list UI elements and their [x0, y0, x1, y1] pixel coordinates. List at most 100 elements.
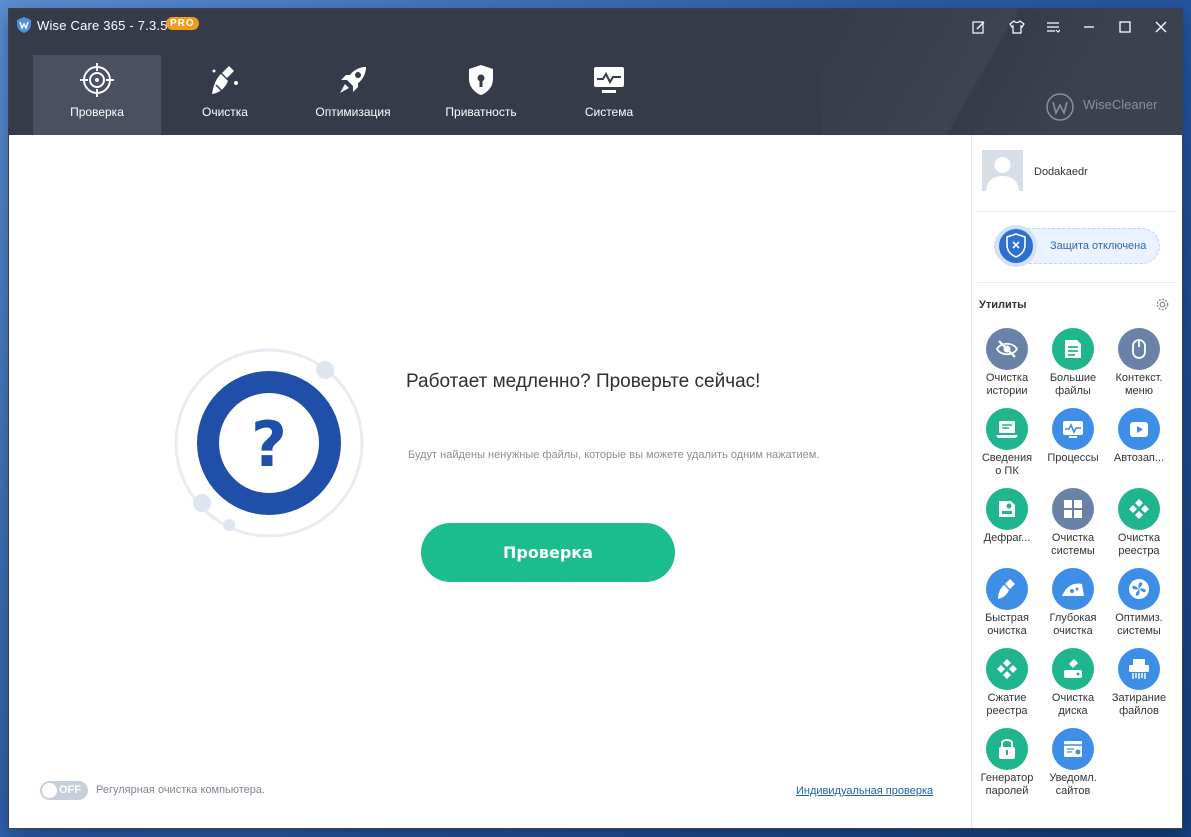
defrag-icon: [999, 501, 1015, 517]
utility-icon-bg: [1118, 648, 1160, 690]
question-mark-icon: ?: [251, 408, 287, 481]
lock-icon: [999, 739, 1015, 759]
shredder-icon: [1129, 659, 1149, 679]
avatar[interactable]: [982, 150, 1023, 191]
play-icon: [1130, 422, 1148, 437]
activity-icon: [1063, 421, 1083, 438]
skin-button[interactable]: [1006, 17, 1028, 37]
header: Wise Care 365 - 7.3.5 PRO Проверка Очист…: [9, 9, 1182, 135]
app-window: Wise Care 365 - 7.3.5 PRO Проверка Очист…: [9, 9, 1182, 828]
utility-site-notifications[interactable]: Уведомл. сайтов: [1040, 728, 1106, 806]
shield-lock-icon: [469, 65, 493, 95]
gear-icon[interactable]: [1155, 297, 1170, 312]
utility-icon-bg: [986, 328, 1028, 370]
broom-icon: [212, 66, 238, 94]
window-title: Wise Care 365 - 7.3.5: [37, 18, 168, 33]
eye-off-icon: [995, 340, 1019, 358]
mouse-icon: [1132, 339, 1146, 359]
utility-label: Генератор паролей: [980, 772, 1034, 797]
utility-label: Автозап...: [1113, 452, 1165, 464]
utilities-title: Утилиты: [979, 299, 1027, 311]
utility-deep-clean[interactable]: Глубокая очистка: [1040, 568, 1106, 646]
pro-badge: PRO: [166, 17, 199, 30]
tab-system[interactable]: Система: [545, 55, 673, 135]
menu-button[interactable]: [1042, 17, 1064, 37]
monitor-icon: [594, 67, 624, 93]
utility-icon-bg: [1052, 328, 1094, 370]
shirt-icon: [1009, 20, 1025, 34]
registry-icon: [1129, 499, 1149, 519]
minimize-icon: [1084, 26, 1094, 28]
file-list-icon: [1065, 340, 1081, 358]
utility-quick-clean[interactable]: Быстрая очистка: [974, 568, 1040, 646]
utility-icon-bg: [1052, 488, 1094, 530]
protection-status-text: Защита отключена: [1050, 240, 1147, 252]
utility-label: Быстрая очистка: [985, 612, 1029, 637]
utility-system-clean[interactable]: Очистка системы: [1040, 488, 1106, 566]
close-button[interactable]: [1150, 17, 1172, 37]
feedback-button[interactable]: [968, 17, 990, 37]
utility-context-menu[interactable]: Контекст. меню: [1106, 328, 1172, 406]
user-silhouette-icon: [982, 150, 1023, 191]
utility-large-files[interactable]: Большие файлы: [1040, 328, 1106, 406]
utility-label: Глубокая очистка: [1049, 612, 1097, 637]
tab-check[interactable]: Проверка: [33, 55, 161, 135]
notification-icon: [1064, 741, 1082, 757]
custom-scan-link[interactable]: Индивидуальная проверка: [796, 785, 933, 797]
page-heading: Работает медленно? Проверьте сейчас!: [406, 371, 761, 392]
tab-optimize[interactable]: Оптимизация: [289, 55, 417, 135]
disk-clean-icon: [1064, 659, 1082, 678]
maximize-button[interactable]: [1114, 17, 1136, 37]
utility-defrag[interactable]: Дефраг...: [974, 488, 1040, 566]
utility-registry-compress[interactable]: Сжатие реестра: [974, 648, 1040, 726]
utility-startup[interactable]: Автозап...: [1106, 408, 1172, 486]
utility-system-optimize[interactable]: Оптимиз. системы: [1106, 568, 1172, 646]
menu-icon: [1047, 22, 1060, 33]
utility-icon-bg: [986, 408, 1028, 450]
utility-label: Очистка диска: [1051, 692, 1095, 717]
utility-pc-info[interactable]: Сведения о ПК: [974, 408, 1040, 486]
tab-clean[interactable]: Очистка: [161, 55, 289, 135]
minimize-button[interactable]: [1078, 17, 1100, 37]
utility-history-clean[interactable]: Очистка истории: [974, 328, 1040, 406]
deep-clean-icon: [1062, 583, 1084, 596]
utility-processes[interactable]: Процессы: [1040, 408, 1106, 486]
utility-icon-bg: [986, 568, 1028, 610]
utility-password-generator[interactable]: Генератор паролей: [974, 728, 1040, 806]
tab-privacy[interactable]: Приватность: [417, 55, 545, 135]
toggle-knob: [42, 783, 57, 798]
divider: [977, 211, 1177, 212]
brush-icon: [998, 579, 1015, 599]
utility-registry-clean[interactable]: Очистка реестра: [1106, 488, 1172, 566]
edit-icon: [972, 21, 985, 34]
wisecleaner-logo-icon: [1046, 93, 1074, 121]
utility-disk-clean[interactable]: Очистка диска: [1040, 648, 1106, 726]
schedule-toggle[interactable]: OFF: [40, 781, 88, 800]
utility-label: Затирание файлов: [1111, 692, 1167, 717]
main-panel: ? Работает медленно? Проверьте сейчас! Б…: [9, 135, 971, 828]
utility-label: Большие файлы: [1049, 372, 1097, 397]
app-logo-icon: [17, 17, 31, 33]
utility-label: Очистка истории: [985, 372, 1029, 397]
utility-label: Процессы: [1047, 452, 1099, 464]
utility-label: Сведения о ПК: [981, 452, 1033, 477]
target-icon: [80, 63, 114, 97]
username[interactable]: Dodakaedr: [1034, 166, 1088, 178]
laptop-icon: [996, 421, 1018, 438]
utility-icon-bg: [986, 648, 1028, 690]
utility-label: Контекст. меню: [1115, 372, 1163, 397]
utility-label: Оптимиз. системы: [1115, 612, 1163, 637]
utility-label: Сжатие реестра: [986, 692, 1028, 717]
utility-icon-bg: [1118, 568, 1160, 610]
fan-icon: [1129, 579, 1149, 599]
utility-label: Очистка системы: [1051, 532, 1095, 557]
titlebar: Wise Care 365 - 7.3.5 PRO: [9, 9, 1182, 45]
utility-icon-bg: [1052, 568, 1094, 610]
scan-button[interactable]: Проверка: [421, 523, 675, 582]
utility-icon-bg: [1118, 328, 1160, 370]
brand-text: WiseCleaner: [1083, 97, 1158, 112]
close-icon: [1155, 21, 1167, 33]
utility-file-shredder[interactable]: Затирание файлов: [1106, 648, 1172, 726]
maximize-icon: [1119, 21, 1131, 33]
utility-icon-bg: [986, 728, 1028, 770]
